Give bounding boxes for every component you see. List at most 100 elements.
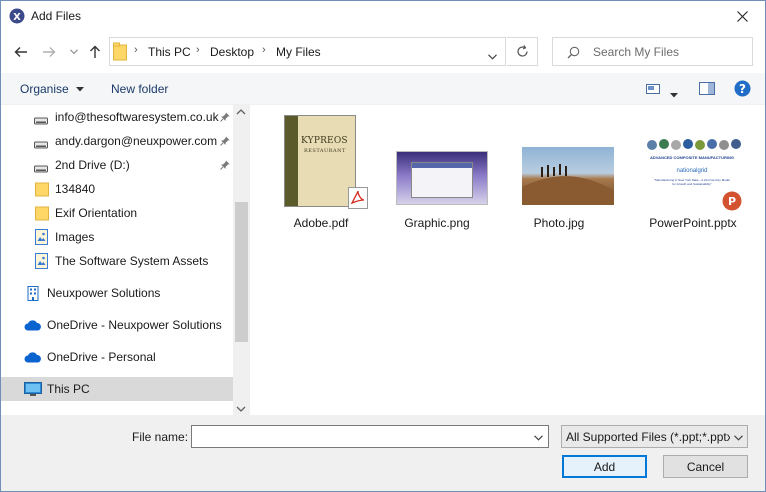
nav-item-label: OneDrive - Personal [47, 350, 156, 364]
view-options-button[interactable] [670, 87, 678, 101]
file-item-pptx[interactable]: ADVANCED COMPOSITE MANUFACTURING nationa… [638, 113, 748, 233]
dialog-footer: File name: All Supported Files (*.ppt;*.… [1, 415, 765, 491]
refresh-button[interactable] [507, 37, 538, 66]
file-item-pdf[interactable]: KYPREOS RESTAURANT Adobe.pdf [266, 113, 376, 233]
nav-item-onedrive-personal[interactable]: OneDrive - Personal [1, 345, 233, 369]
building-icon [27, 286, 39, 304]
drive-icon [34, 138, 48, 152]
up-button[interactable] [86, 43, 104, 61]
nav-item-this-pc[interactable]: This PC [1, 377, 233, 401]
nav-item-label: info@thesoftwaresystem.co.uk [55, 110, 219, 124]
nav-item-software-system-assets[interactable]: The Software System Assets [1, 249, 233, 273]
scroll-thumb[interactable] [235, 202, 248, 342]
nav-item-andy-account[interactable]: andy.dargon@neuxpower.com [1, 129, 233, 153]
nav-item-exif-orientation[interactable]: Exif Orientation [1, 201, 233, 225]
chevron-down-icon [70, 49, 78, 55]
folder-icon [35, 181, 49, 200]
crumb-separator[interactable]: › [196, 44, 200, 56]
preview-pane-icon [699, 82, 715, 95]
scroll-up-icon[interactable] [236, 107, 246, 117]
file-type-value: All Supported Files (*.ppt;*.pptx [566, 430, 730, 444]
chevron-down-icon [734, 430, 743, 444]
search-input[interactable]: Search My Files [552, 37, 753, 66]
nav-item-label: This PC [47, 382, 90, 396]
nav-item-second-drive[interactable]: 2nd Drive (D:) [1, 153, 233, 177]
window-title: Add Files [31, 9, 82, 23]
pin-icon [220, 111, 230, 125]
cloud-icon [24, 352, 42, 366]
crumb-separator[interactable]: › [262, 44, 266, 56]
nav-item-label: 2nd Drive (D:) [55, 158, 130, 172]
powerpoint-badge-icon: P [722, 191, 742, 214]
pptx-thumb-title: ADVANCED COMPOSITE MANUFACTURING [650, 155, 734, 160]
address-dropdown-button[interactable] [488, 49, 497, 63]
chevron-down-icon [76, 87, 85, 92]
nav-item-onedrive-neuxpower[interactable]: OneDrive - Neuxpower Solutions [1, 313, 233, 337]
nav-scrollbar[interactable] [233, 105, 250, 415]
preview-pane-button[interactable] [699, 82, 715, 98]
search-placeholder: Search My Files [593, 45, 680, 59]
add-button[interactable]: Add [562, 455, 647, 478]
pdf-thumb-spine [285, 116, 298, 206]
pdf-thumb-title: KYPREOS [301, 136, 348, 146]
arrow-right-icon [43, 47, 56, 57]
nav-item-label: Neuxpower Solutions [47, 286, 161, 300]
scroll-down-icon[interactable] [236, 404, 246, 414]
chevron-down-icon [670, 93, 678, 98]
drive-icon [34, 114, 48, 128]
nav-item-neuxpower-solutions[interactable]: Neuxpower Solutions [1, 281, 233, 305]
help-button[interactable]: ? [734, 80, 751, 100]
organise-label: Organise [20, 82, 69, 96]
pdf-thumbnail: KYPREOS RESTAURANT [284, 115, 356, 207]
file-item-png[interactable]: Graphic.png [382, 113, 492, 233]
crumb-separator: › [134, 44, 138, 56]
svg-text:?: ? [739, 82, 746, 96]
arrow-up-icon [90, 45, 100, 58]
back-button[interactable] [12, 43, 30, 61]
organise-menu[interactable]: Organise [20, 82, 85, 96]
crumb-desktop[interactable]: Desktop [210, 45, 254, 59]
change-view-button[interactable] [646, 83, 660, 98]
view-icon [646, 84, 660, 94]
file-name-input[interactable] [191, 425, 549, 448]
nav-item-label: Images [55, 230, 95, 244]
nav-item-134840[interactable]: 134840 [1, 177, 233, 201]
folder-icon [35, 205, 49, 224]
nav-item-info-account[interactable]: info@thesoftwaresystem.co.uk [1, 105, 233, 129]
png-thumbnail [396, 151, 488, 205]
close-icon [736, 11, 748, 22]
forward-button[interactable] [40, 43, 58, 61]
nav-item-label: The Software System Assets [55, 254, 209, 268]
refresh-icon [516, 45, 528, 57]
cloud-icon [24, 320, 42, 334]
nav-item-images[interactable]: Images [1, 225, 233, 249]
crumb-this-pc[interactable]: This PC [148, 45, 191, 59]
nav-item-label: OneDrive - Neuxpower Solutions [47, 318, 222, 332]
drive-icon [34, 162, 48, 176]
computer-icon [24, 382, 42, 400]
svg-text:P: P [728, 195, 736, 208]
file-type-select[interactable]: All Supported Files (*.ppt;*.pptx [561, 425, 748, 448]
add-files-dialog: X Add Files › This PC › Desktop › My Fil… [0, 0, 766, 492]
address-bar[interactable]: › This PC › Desktop › My Files [109, 37, 506, 66]
crumb-my-files[interactable]: My Files [276, 45, 321, 59]
file-item-jpg[interactable]: Photo.jpg [504, 113, 614, 233]
recent-locations-button[interactable] [65, 43, 83, 61]
file-list-pane: KYPREOS RESTAURANT Adobe.pdf Graphic.png [250, 105, 765, 415]
title-bar: X Add Files [1, 1, 765, 32]
pin-icon [218, 135, 230, 149]
app-icon: X [9, 8, 25, 24]
pdf-thumb-subtitle: RESTAURANT [304, 148, 346, 154]
chevron-down-icon [534, 435, 543, 441]
new-folder-button[interactable]: New folder [111, 82, 168, 96]
file-name-dropdown-button[interactable] [534, 430, 543, 444]
help-icon: ? [734, 80, 751, 97]
nav-item-label: 134840 [55, 182, 96, 196]
close-button[interactable] [719, 1, 765, 32]
search-icon [567, 46, 580, 62]
chevron-down-icon [488, 54, 497, 60]
file-name: Adobe.pdf [293, 216, 349, 230]
file-name: PowerPoint.pptx [649, 216, 737, 230]
svg-text:X: X [13, 12, 21, 23]
cancel-button[interactable]: Cancel [663, 455, 748, 478]
